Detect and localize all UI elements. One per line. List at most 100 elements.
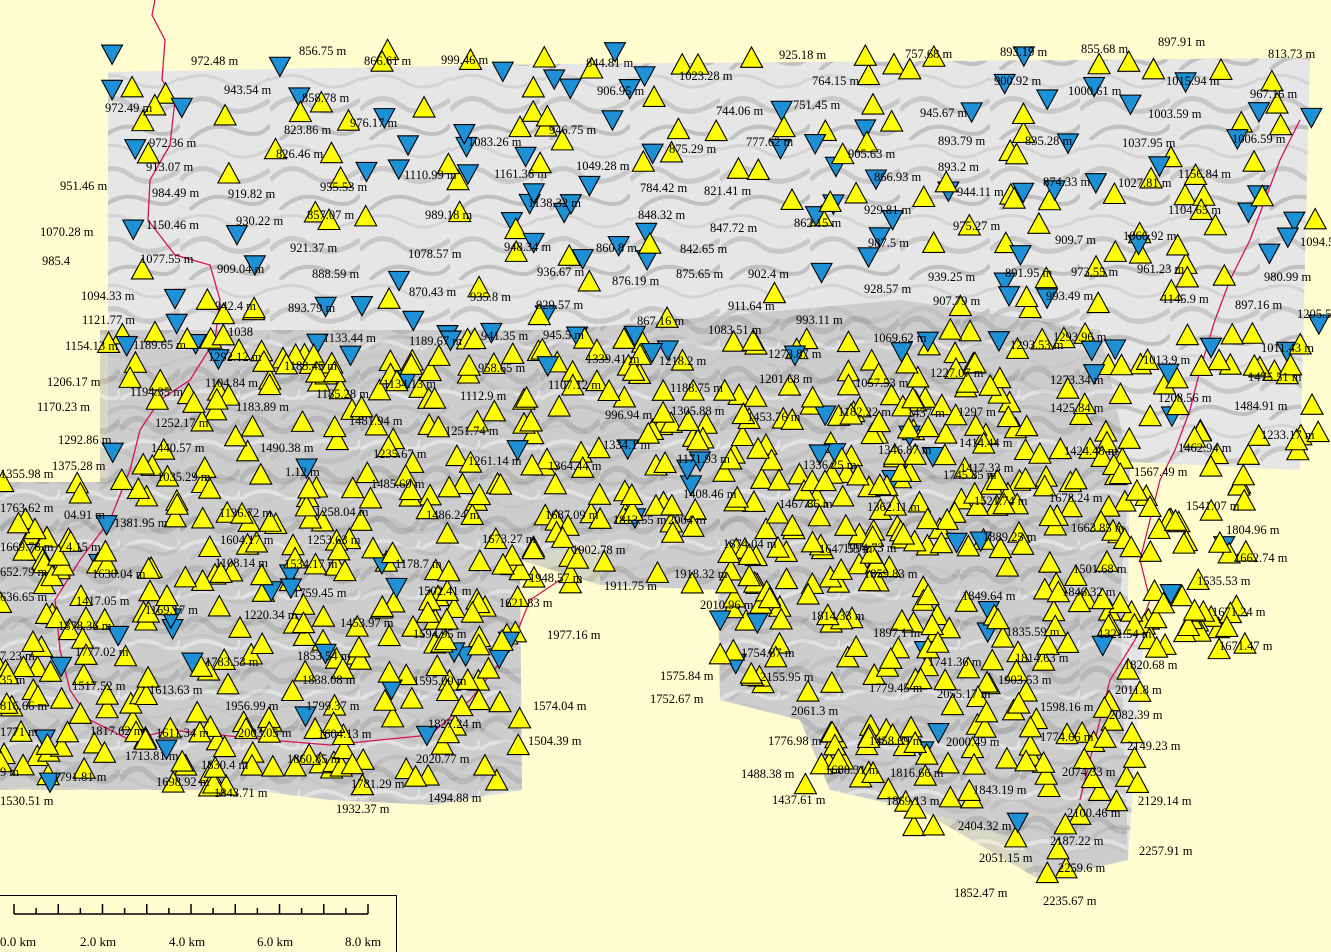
scale-label-2: 2.0 km [80, 934, 117, 949]
elevation-label: 1813.55 m [613, 513, 667, 527]
elevation-label: 1889.25 m [983, 530, 1037, 544]
elevation-label: 975.27 m [953, 219, 1001, 233]
elevation-label: 909.04 m [217, 262, 265, 276]
scale-label-6: 6.0 km [257, 934, 294, 949]
elevation-label: 987.5 m [868, 236, 909, 250]
elevation-label: 2003.05 m [238, 726, 292, 740]
elevation-label: 1779.45 m [869, 681, 923, 695]
elevation-label: 1799.37 m [306, 699, 360, 713]
elevation-label: 1816.66 m [890, 766, 944, 780]
yellow-triangle-up-icon[interactable] [853, 43, 878, 66]
elevation-label: 1488.38 m [741, 767, 795, 781]
elevation-label: 757.68 m [905, 47, 953, 61]
elevation-label: 1205.58 m [1297, 307, 1331, 321]
elevation-label: 1977.16 m [547, 628, 601, 642]
yellow-triangle-up-icon[interactable] [739, 45, 764, 68]
elevation-label: 875.65 m [676, 267, 724, 281]
elevation-label: 996.94 m [605, 408, 653, 422]
elevation-label: 2011.8 m [1115, 683, 1162, 697]
elevation-label: 1956.99 m [225, 699, 279, 713]
elevation-label: 925.18 m [779, 48, 827, 62]
yellow-triangle-up-icon[interactable] [1303, 207, 1328, 230]
elevation-map[interactable]: 972.48 m 856.75 m 866.61 m 999.46 m 844.81 m… [0, 0, 1331, 951]
elevation-label: 1814.63 m [1015, 651, 1069, 665]
elevation-label: 826.46 m [276, 147, 324, 161]
elevation-label: 856.75 m [299, 44, 347, 58]
elevation-label: 1869.13 m [886, 794, 940, 808]
elevation-label: 1171.93 m [677, 452, 730, 466]
elevation-label: 1671.24 m [1212, 605, 1266, 619]
elevation-label: 1504.39 m [528, 734, 582, 748]
yellow-triangle-up-icon[interactable] [532, 45, 557, 68]
elevation-label: 946.75 m [549, 123, 597, 137]
elevation-label: 951.46 m [60, 179, 108, 193]
elevation-label: 1251.74 m [445, 424, 499, 438]
yellow-triangle-up-icon[interactable] [793, 772, 818, 795]
elevation-label: 1.12 m [285, 465, 320, 479]
blue-triangle-down-icon[interactable] [100, 44, 124, 66]
elevation-label: 2257.91 m [1139, 844, 1193, 858]
elevation-label: 972.49 m [105, 101, 153, 115]
elevation-label: 844.81 m [586, 56, 634, 70]
elevation-label: 1814.33 m [811, 609, 865, 623]
elevation-label: 1521.74 m [974, 494, 1028, 508]
elevation-label: 1185.28 m [316, 387, 369, 401]
elevation-label: 1994.73 m [843, 541, 897, 555]
elevation-label: 1355.98 m [0, 467, 54, 481]
elevation-label: 1077.55 m [140, 252, 194, 266]
elevation-label: 816.66 m [0, 699, 48, 713]
elevation-label: 993.11 m [796, 313, 843, 327]
elevation-label: 835.28 m [1025, 134, 1073, 148]
elevation-label: 1037.95 m [1122, 136, 1176, 150]
elevation-label: 1183.89 m [236, 400, 289, 414]
elevation-label: 944.11 m [957, 185, 1004, 199]
elevation-label: 1083.26 m [468, 135, 522, 149]
elevation-label: 1414.44 m [959, 436, 1013, 450]
elevation-label: 9 m [0, 765, 19, 779]
elevation-label: 1208.56 m [1158, 391, 1212, 405]
elevation-label: 1417.33 m [960, 461, 1014, 475]
elevation-label: 1567.49 m [1134, 465, 1188, 479]
elevation-label: 1000.61 m [1068, 84, 1122, 98]
elevation-label: 1258.04 m [315, 505, 369, 519]
elevation-label: 876.19 m [612, 274, 660, 288]
elevation-label: 857.07 m [307, 208, 355, 222]
elevation-label: 900.92 m [994, 74, 1042, 88]
elevation-label: 1003.59 m [1148, 107, 1202, 121]
elevation-label: 2051.15 m [979, 851, 1033, 865]
elevation-label: 1948.57 m [529, 571, 583, 585]
elevation-label: 1490.38 m [260, 441, 314, 455]
elevation-label: 1846.32 m [1062, 585, 1116, 599]
elevation-label: 909.7 m [1055, 233, 1096, 247]
elevation-label: 855.68 m [1081, 42, 1129, 56]
elevation-label: 652.79 m [0, 565, 48, 579]
elevation-label: 1094.33 m [81, 289, 135, 303]
elevation-label: 961.23 m [1137, 262, 1185, 276]
elevation-label: 1013.9 m [1143, 353, 1191, 367]
elevation-label: 1161.36 m [494, 167, 547, 181]
elevation-label: 893.79 m [938, 134, 986, 148]
yellow-triangle-up-icon[interactable] [1300, 392, 1324, 415]
elevation-label: 1150.46 m [146, 218, 199, 232]
elevation-label: 1252.17 m [155, 416, 209, 430]
elevation-label: 1534.17 m [284, 557, 338, 571]
elevation-label: 2010.96 m [700, 598, 754, 612]
elevation-label: 1292.86 m [58, 433, 112, 447]
elevation-label: 1364.44 m [548, 459, 602, 473]
elevation-label: 2055.17 m [937, 687, 991, 701]
elevation-label: 1189.65 m [133, 338, 186, 352]
elevation-label: 1218.2 m [659, 354, 707, 368]
elevation-label: 893.2 m [938, 160, 979, 174]
elevation-label: 1321.54 m [1098, 627, 1152, 641]
elevation-label: 1235.67 m [373, 447, 427, 461]
elevation-label: 1932.37 m [336, 802, 390, 816]
elevation-label: 1273.87 m [768, 347, 822, 361]
elevation-label: 1791.81 m [53, 770, 107, 784]
elevation-label: 1339.41 m [586, 352, 640, 366]
elevation-label: 1253.63 m [307, 533, 361, 547]
elevation-label: 1911.75 m [604, 579, 657, 593]
elevation-label: 1467.86 m [779, 497, 833, 511]
elevation-label: 1613.63 m [149, 683, 203, 697]
elevation-label: 1453.97 m [340, 616, 394, 630]
elevation-label: 1440.57 m [151, 441, 205, 455]
